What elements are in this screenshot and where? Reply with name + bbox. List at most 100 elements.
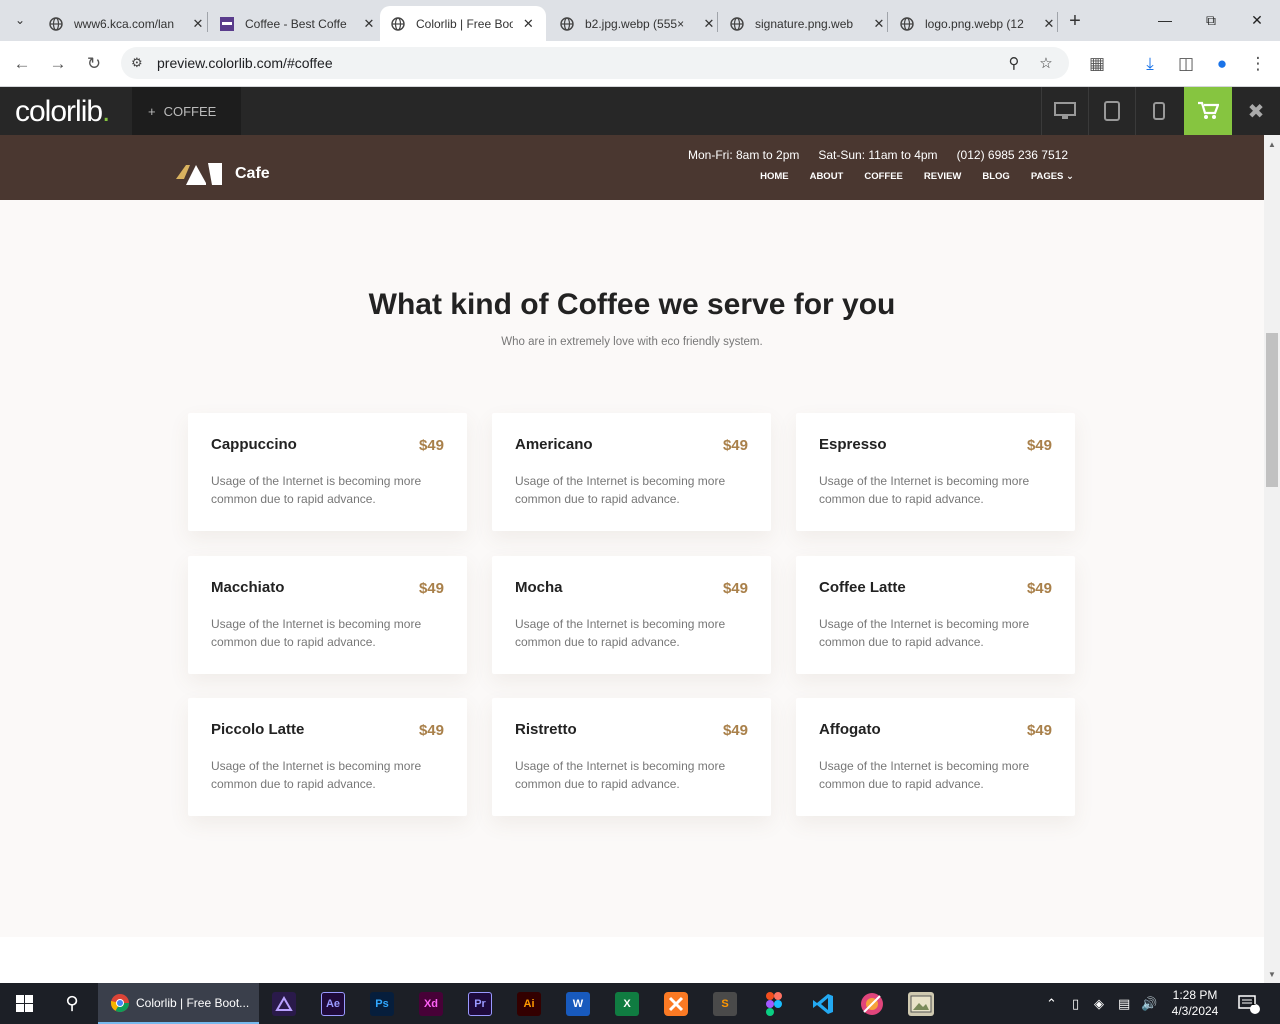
mobile-view-icon[interactable]	[1135, 87, 1182, 135]
tablet-view-icon[interactable]	[1088, 87, 1135, 135]
colorlib-logo-text: colorlib	[15, 95, 103, 128]
cart-icon[interactable]	[1184, 87, 1232, 135]
extensions-puzzle-icon[interactable]: ▦	[1082, 49, 1112, 79]
download-icon[interactable]: ⤓	[1135, 49, 1165, 79]
sublime-icon[interactable]: S	[713, 992, 737, 1016]
browser-icon[interactable]	[860, 992, 884, 1016]
tab-title: signature.png.web	[755, 16, 854, 31]
windows-start-icon[interactable]	[0, 983, 48, 1024]
taskbar-window-title: Colorlib | Free Boot...	[136, 995, 250, 1010]
menu-card[interactable]: Coffee Latte $49 Usage of the Internet i…	[796, 556, 1075, 674]
url-text[interactable]: preview.colorlib.com/#coffee	[157, 55, 333, 71]
colorlib-preview-bar: colorlib. + COFFEE ✖	[0, 87, 1280, 135]
page-scrollbar[interactable]: ▲ ▼	[1264, 135, 1280, 983]
tab-close-icon[interactable]: ✕	[871, 16, 887, 32]
colorlib-logo[interactable]: colorlib.	[15, 95, 110, 129]
menu-card[interactable]: Cappuccino $49 Usage of the Internet is …	[188, 413, 467, 531]
excel-icon[interactable]: X	[615, 992, 639, 1016]
tab-close-icon[interactable]: ✕	[361, 16, 377, 32]
minimize-icon[interactable]: —	[1142, 0, 1188, 40]
tab-title: www6.kca.com/lan	[74, 16, 175, 31]
tab-colorlib-active[interactable]: Colorlib | Free Boo ✕	[380, 6, 546, 41]
tab-close-icon[interactable]: ✕	[521, 16, 536, 32]
menu-card[interactable]: Espresso $49 Usage of the Internet is be…	[796, 413, 1075, 531]
tab-coffee[interactable]: Coffee - Best Coffe ✕	[209, 6, 387, 41]
premiere-rush-icon[interactable]	[272, 992, 296, 1016]
usb-icon[interactable]: ▯	[1072, 983, 1079, 1024]
vscode-icon[interactable]	[811, 992, 835, 1016]
menu-item-name: Piccolo Latte	[211, 721, 305, 738]
image-viewer-icon[interactable]	[908, 992, 934, 1016]
browser-menu-icon[interactable]: ⋮	[1243, 49, 1273, 79]
nav-blog[interactable]: BLOG	[982, 171, 1009, 182]
after-effects-icon[interactable]: Ae	[321, 992, 345, 1016]
brand-logo[interactable]: Cafe	[176, 161, 270, 187]
scroll-up-icon[interactable]: ▲	[1264, 137, 1280, 151]
security-shield-icon[interactable]: ◈	[1094, 983, 1104, 1024]
new-tab-plus-icon[interactable]: +	[1062, 8, 1088, 34]
scrollbar-thumb[interactable]	[1266, 333, 1278, 487]
figma-icon[interactable]	[762, 992, 786, 1016]
app-label: X	[623, 998, 631, 1010]
phone-number[interactable]: (012) 6985 236 7512	[957, 148, 1068, 162]
illustrator-icon[interactable]: Ai	[517, 992, 541, 1016]
notifications-icon[interactable]: 1	[1238, 983, 1260, 1024]
taskbar-search-icon[interactable]: ⚲	[48, 983, 96, 1024]
network-icon[interactable]: ▤	[1118, 983, 1130, 1024]
tab-b2-image[interactable]: b2.jpg.webp (555× ✕	[549, 6, 727, 41]
xampp-icon[interactable]	[664, 992, 688, 1016]
menu-card[interactable]: Americano $49 Usage of the Internet is b…	[492, 413, 771, 531]
menu-card[interactable]: Ristretto $49 Usage of the Internet is b…	[492, 698, 771, 816]
nav-pages[interactable]: PAGES ⌄	[1031, 171, 1074, 182]
clock-date: 4/3/2024	[1171, 1004, 1219, 1018]
nav-review[interactable]: REVIEW	[924, 171, 961, 182]
nav-about[interactable]: ABOUT	[810, 171, 844, 182]
forward-arrow-icon[interactable]: →	[43, 49, 73, 79]
back-arrow-icon[interactable]: ←	[7, 49, 37, 79]
address-bar[interactable]: ⚙ preview.colorlib.com/#coffee ⚲ ☆	[121, 47, 1069, 79]
menu-card[interactable]: Mocha $49 Usage of the Internet is becom…	[492, 556, 771, 674]
globe-icon	[559, 16, 575, 32]
menu-card[interactable]: Piccolo Latte $49 Usage of the Internet …	[188, 698, 467, 816]
desktop-view-icon[interactable]	[1041, 87, 1088, 135]
menu-card[interactable]: Affogato $49 Usage of the Internet is be…	[796, 698, 1075, 816]
close-preview-icon[interactable]: ✖	[1232, 87, 1280, 135]
tab-close-icon[interactable]: ✕	[190, 16, 206, 32]
tab-kca[interactable]: www6.kca.com/lan ✕	[38, 6, 216, 41]
site-settings-icon[interactable]: ⚙	[131, 55, 147, 71]
tab-signature-image[interactable]: signature.png.web ✕	[719, 6, 897, 41]
tray-overflow-chevron-icon[interactable]: ⌃	[1046, 983, 1057, 1024]
menu-item-price: $49	[1026, 722, 1052, 739]
xd-icon[interactable]: Xd	[419, 992, 443, 1016]
tab-close-icon[interactable]: ✕	[701, 16, 717, 32]
theme-selector[interactable]: + COFFEE	[132, 87, 241, 135]
zoom-magnifier-icon[interactable]: ⚲	[1003, 52, 1025, 74]
tab-search-chevron-icon[interactable]: ⌄	[8, 8, 32, 32]
plus-icon: +	[148, 103, 156, 119]
tab-separator	[887, 12, 888, 32]
volume-icon[interactable]: 🔊	[1141, 983, 1157, 1024]
tab-logo-image[interactable]: logo.png.webp (12 ✕	[889, 6, 1067, 41]
window-close-icon[interactable]: ✕	[1234, 0, 1280, 40]
menu-item-name: Cappuccino	[211, 436, 297, 453]
reload-icon[interactable]: ↻	[79, 49, 109, 79]
profile-avatar-icon[interactable]: ●	[1207, 49, 1237, 79]
chrome-icon	[111, 993, 129, 1012]
photoshop-icon[interactable]: Ps	[370, 992, 394, 1016]
bookmark-star-icon[interactable]: ☆	[1035, 52, 1057, 74]
nav-home[interactable]: HOME	[760, 171, 789, 182]
tab-separator	[207, 12, 208, 32]
section-title: What kind of Coffee we serve for you	[368, 288, 896, 321]
menu-card[interactable]: Macchiato $49 Usage of the Internet is b…	[188, 556, 467, 674]
restore-icon[interactable]: ⧉	[1188, 0, 1234, 40]
side-panel-icon[interactable]: ◫	[1171, 49, 1201, 79]
menu-item-name: Espresso	[819, 436, 887, 453]
page-viewport: Cafe Mon-Fri: 8am to 2pm Sat-Sun: 11am t…	[0, 135, 1264, 983]
taskbar-chrome-window[interactable]: Colorlib | Free Boot...	[98, 983, 259, 1024]
word-icon[interactable]: W	[566, 992, 590, 1016]
nav-coffee[interactable]: COFFEE	[864, 171, 903, 182]
premiere-icon[interactable]: Pr	[468, 992, 492, 1016]
scroll-down-icon[interactable]: ▼	[1264, 967, 1280, 981]
system-clock[interactable]: 1:28 PM 4/3/2024	[1160, 987, 1230, 1019]
tab-close-icon[interactable]: ✕	[1041, 16, 1057, 32]
